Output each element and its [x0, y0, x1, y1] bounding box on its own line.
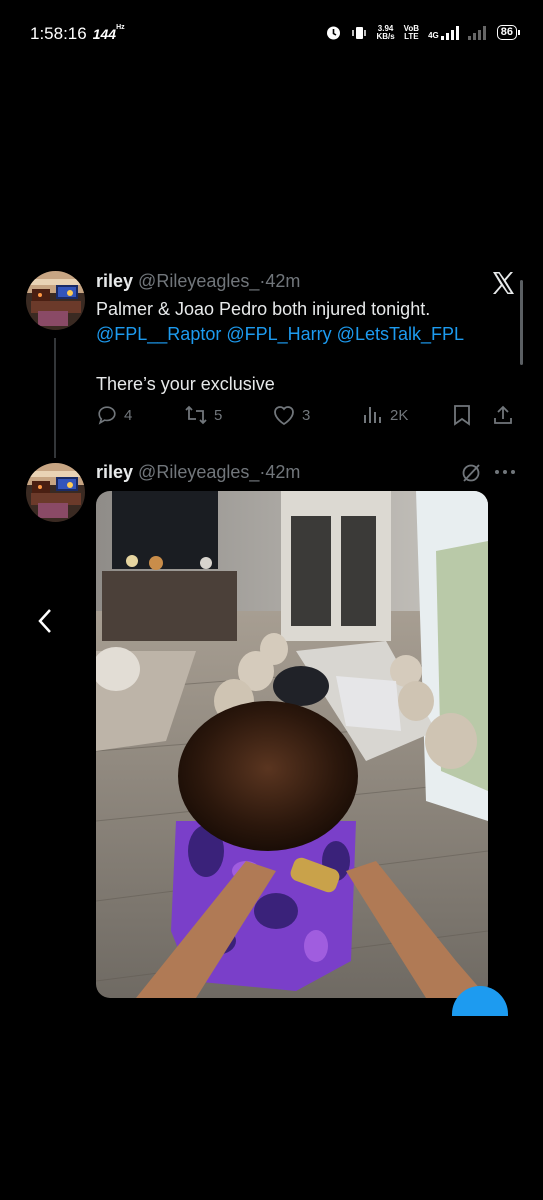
tweet-photo[interactable] — [96, 491, 488, 998]
retweet-count: 5 — [214, 406, 223, 424]
timestamp[interactable]: 42m — [265, 271, 300, 291]
status-time: 1:58:16 144Hz — [30, 24, 125, 44]
handle[interactable]: @Rileyeagles_ — [138, 462, 259, 482]
avatar[interactable] — [26, 271, 85, 330]
display-name[interactable]: riley — [96, 462, 133, 482]
status-icons: 3.94 KB/s VoB LTE 4G 86 — [325, 24, 521, 41]
chevron-left-icon[interactable] — [36, 607, 54, 635]
tweet-text: Palmer & Joao Pedro both injured tonight… — [96, 297, 464, 397]
mention-link[interactable]: @FPL__Raptor — [96, 324, 221, 344]
mention-link[interactable]: @FPL_Harry — [226, 324, 331, 344]
clock: 1:58:16 — [30, 24, 87, 43]
share-button[interactable] — [492, 404, 514, 426]
vibrate-icon — [352, 26, 367, 39]
tweet-line-1: Palmer & Joao Pedro both injured tonight… — [96, 299, 431, 319]
like-button[interactable]: 3 — [272, 404, 310, 426]
thread-line — [54, 338, 56, 458]
share-icon — [494, 405, 512, 424]
scrollbar[interactable] — [520, 280, 523, 365]
grok-icon[interactable] — [460, 462, 482, 484]
reply-count: 4 — [124, 406, 133, 424]
views-icon — [364, 407, 381, 423]
mention-link[interactable]: @LetsTalk_FPL — [337, 324, 464, 344]
volte-indicator: VoB LTE — [404, 24, 419, 41]
avatar[interactable] — [26, 463, 85, 522]
alarm-icon — [327, 26, 341, 40]
volte-bottom: LTE — [404, 31, 419, 41]
views-button[interactable]: 2K — [362, 404, 408, 426]
action-bar: 4 5 3 2K — [96, 404, 516, 434]
reply-button[interactable]: 4 — [96, 404, 132, 426]
like-count: 3 — [302, 406, 311, 424]
view-count: 2K — [390, 406, 409, 424]
battery-indicator: 86 — [496, 25, 521, 40]
status-bar: 1:58:16 144Hz 3.94 KB/s VoB LTE 4G 86 — [0, 0, 543, 66]
net-speed: 3.94 KB/s — [376, 24, 395, 41]
refresh-rate-unit: Hz — [116, 24, 125, 31]
tweet-header: riley @Rileyeagles_·42m — [96, 462, 300, 483]
bookmark-icon — [454, 405, 470, 426]
display-name[interactable]: riley — [96, 271, 133, 291]
more-icon[interactable] — [494, 468, 516, 476]
tweet-header: riley @Rileyeagles_·42m — [96, 271, 300, 292]
tweet-line-3: There’s your exclusive — [96, 374, 275, 394]
bookmark-button[interactable] — [452, 404, 472, 426]
handle[interactable]: @Rileyeagles_ — [138, 271, 259, 291]
signal-strength: 4G — [428, 25, 459, 40]
network-type: 4G — [428, 30, 439, 40]
mentions-line: @FPL__Raptor @FPL_Harry @LetsTalk_FPL — [96, 322, 464, 347]
refresh-rate-value: 144 — [92, 26, 117, 42]
retweet-button[interactable]: 5 — [184, 404, 222, 426]
heart-icon — [274, 406, 294, 426]
signal-icon — [440, 25, 459, 40]
retweet-icon — [185, 405, 207, 425]
battery-level: 86 — [500, 26, 513, 38]
reply-icon — [98, 406, 116, 425]
refresh-rate: 144Hz — [92, 24, 125, 42]
timestamp[interactable]: 42m — [265, 462, 300, 482]
net-speed-unit: KB/s — [376, 31, 395, 41]
signal-2-icon — [467, 25, 486, 40]
x-logo-icon — [493, 272, 514, 294]
